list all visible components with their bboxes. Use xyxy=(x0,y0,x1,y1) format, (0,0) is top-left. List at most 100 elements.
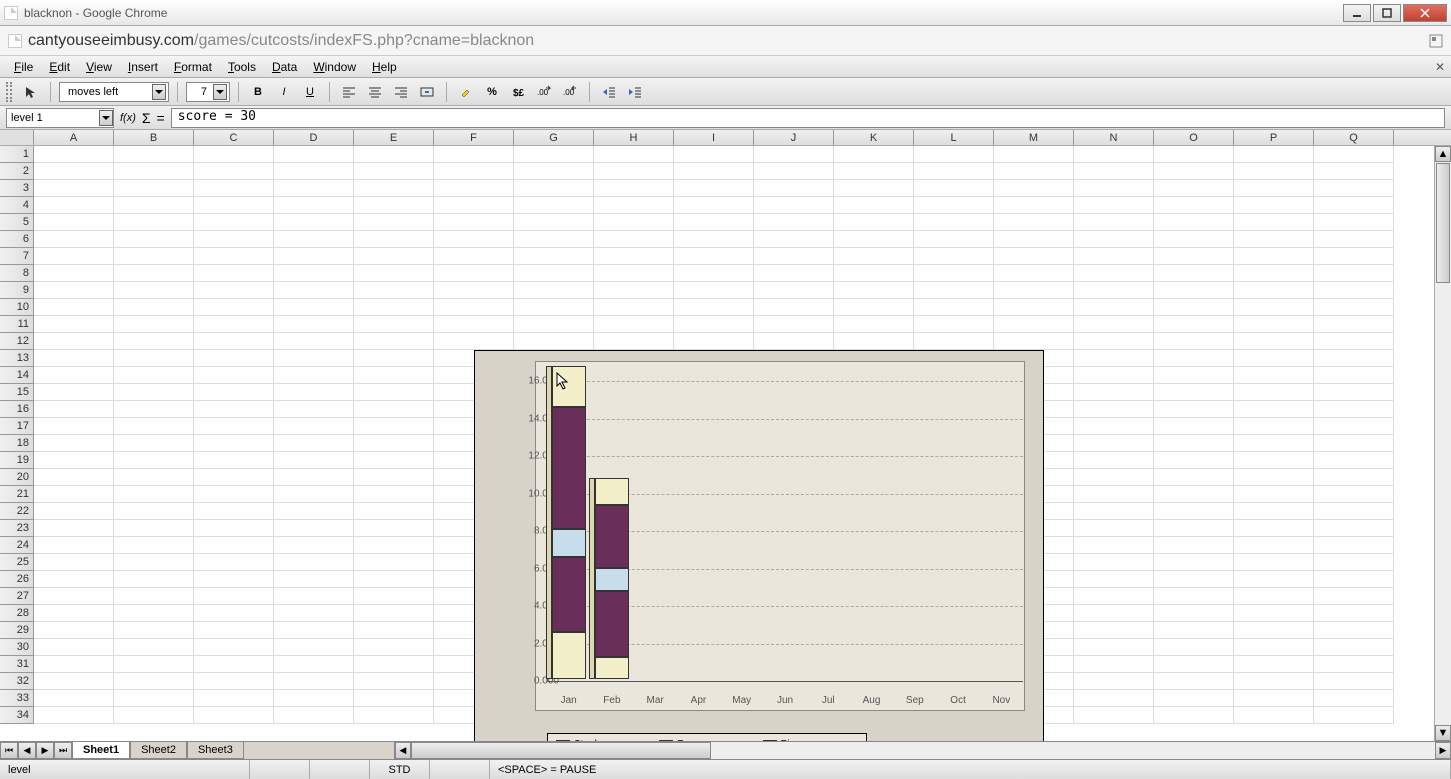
sheet-tab-sheet2[interactable]: Sheet2 xyxy=(130,742,187,759)
cell[interactable] xyxy=(34,282,114,299)
cell[interactable] xyxy=(114,707,194,724)
cell[interactable] xyxy=(274,248,354,265)
cell[interactable] xyxy=(1154,673,1234,690)
url-input[interactable]: cantyouseeimbusy.com/games/cutcosts/inde… xyxy=(28,32,1423,50)
cell[interactable] xyxy=(594,299,674,316)
cell[interactable] xyxy=(1314,486,1394,503)
cursor-tool-icon[interactable] xyxy=(20,81,42,103)
cell[interactable] xyxy=(674,282,754,299)
cell[interactable] xyxy=(1074,452,1154,469)
minimize-button[interactable] xyxy=(1343,4,1371,22)
cell[interactable] xyxy=(1234,707,1314,724)
cell[interactable] xyxy=(354,401,434,418)
cell[interactable] xyxy=(34,214,114,231)
align-right-button[interactable] xyxy=(390,81,412,103)
cell[interactable] xyxy=(34,673,114,690)
cell[interactable] xyxy=(594,231,674,248)
cell[interactable] xyxy=(1234,452,1314,469)
cell[interactable] xyxy=(194,571,274,588)
cell[interactable] xyxy=(354,163,434,180)
cell[interactable] xyxy=(674,197,754,214)
doc-close-button[interactable]: ✕ xyxy=(1435,60,1445,74)
cell[interactable] xyxy=(1154,656,1234,673)
cell[interactable] xyxy=(1314,707,1394,724)
cell[interactable] xyxy=(834,333,914,350)
cell[interactable] xyxy=(434,299,514,316)
cell[interactable] xyxy=(1154,435,1234,452)
cell[interactable] xyxy=(1314,435,1394,452)
cell[interactable] xyxy=(114,384,194,401)
cell[interactable] xyxy=(514,248,594,265)
cell[interactable] xyxy=(354,418,434,435)
cell[interactable] xyxy=(114,367,194,384)
row-header-20[interactable]: 20 xyxy=(0,469,34,486)
cell[interactable] xyxy=(114,571,194,588)
cell[interactable] xyxy=(1314,503,1394,520)
row-header-2[interactable]: 2 xyxy=(0,163,34,180)
cell[interactable] xyxy=(274,520,354,537)
cell[interactable] xyxy=(34,537,114,554)
cell[interactable] xyxy=(674,214,754,231)
cell[interactable] xyxy=(1074,265,1154,282)
cell[interactable] xyxy=(194,435,274,452)
cell[interactable] xyxy=(34,265,114,282)
cell[interactable] xyxy=(34,163,114,180)
cell[interactable] xyxy=(754,316,834,333)
cell[interactable] xyxy=(114,333,194,350)
cell[interactable] xyxy=(114,197,194,214)
tab-prev-button[interactable]: ◀ xyxy=(18,742,36,759)
cell[interactable] xyxy=(114,690,194,707)
col-header-J[interactable]: J xyxy=(754,130,834,145)
cell[interactable] xyxy=(1154,622,1234,639)
cell[interactable] xyxy=(1234,350,1314,367)
row-header-32[interactable]: 32 xyxy=(0,673,34,690)
cell[interactable] xyxy=(114,350,194,367)
cell[interactable] xyxy=(1314,350,1394,367)
cell[interactable] xyxy=(354,639,434,656)
row-header-9[interactable]: 9 xyxy=(0,282,34,299)
cell[interactable] xyxy=(994,265,1074,282)
cell[interactable] xyxy=(1314,197,1394,214)
cell[interactable] xyxy=(34,401,114,418)
cell[interactable] xyxy=(434,214,514,231)
cell[interactable] xyxy=(1314,299,1394,316)
cell[interactable] xyxy=(194,605,274,622)
cell[interactable] xyxy=(194,690,274,707)
cell[interactable] xyxy=(1074,248,1154,265)
cell[interactable] xyxy=(674,163,754,180)
row-header-6[interactable]: 6 xyxy=(0,231,34,248)
cell[interactable] xyxy=(834,214,914,231)
cell[interactable] xyxy=(114,180,194,197)
cell[interactable] xyxy=(514,265,594,282)
cell[interactable] xyxy=(1234,503,1314,520)
cell[interactable] xyxy=(594,197,674,214)
cell[interactable] xyxy=(34,554,114,571)
cell[interactable] xyxy=(1074,367,1154,384)
cell[interactable] xyxy=(194,520,274,537)
tab-next-button[interactable]: ▶ xyxy=(36,742,54,759)
cell[interactable] xyxy=(194,418,274,435)
bold-button[interactable]: B xyxy=(247,81,269,103)
cell[interactable] xyxy=(1234,435,1314,452)
col-header-B[interactable]: B xyxy=(114,130,194,145)
cell[interactable] xyxy=(354,571,434,588)
cell[interactable] xyxy=(1074,333,1154,350)
cell[interactable] xyxy=(1154,486,1234,503)
cell[interactable] xyxy=(754,299,834,316)
cell[interactable] xyxy=(914,299,994,316)
cell[interactable] xyxy=(194,163,274,180)
cell[interactable] xyxy=(274,299,354,316)
cell[interactable] xyxy=(1154,265,1234,282)
hscroll-thumb[interactable] xyxy=(411,742,711,759)
cell[interactable] xyxy=(194,639,274,656)
cell[interactable] xyxy=(1074,163,1154,180)
cell[interactable] xyxy=(834,316,914,333)
cell[interactable] xyxy=(194,265,274,282)
cell[interactable] xyxy=(1314,622,1394,639)
cell[interactable] xyxy=(194,180,274,197)
chevron-down-icon[interactable] xyxy=(213,84,227,100)
cell[interactable] xyxy=(274,384,354,401)
cell[interactable] xyxy=(114,316,194,333)
cell[interactable] xyxy=(994,180,1074,197)
cell[interactable] xyxy=(1314,282,1394,299)
